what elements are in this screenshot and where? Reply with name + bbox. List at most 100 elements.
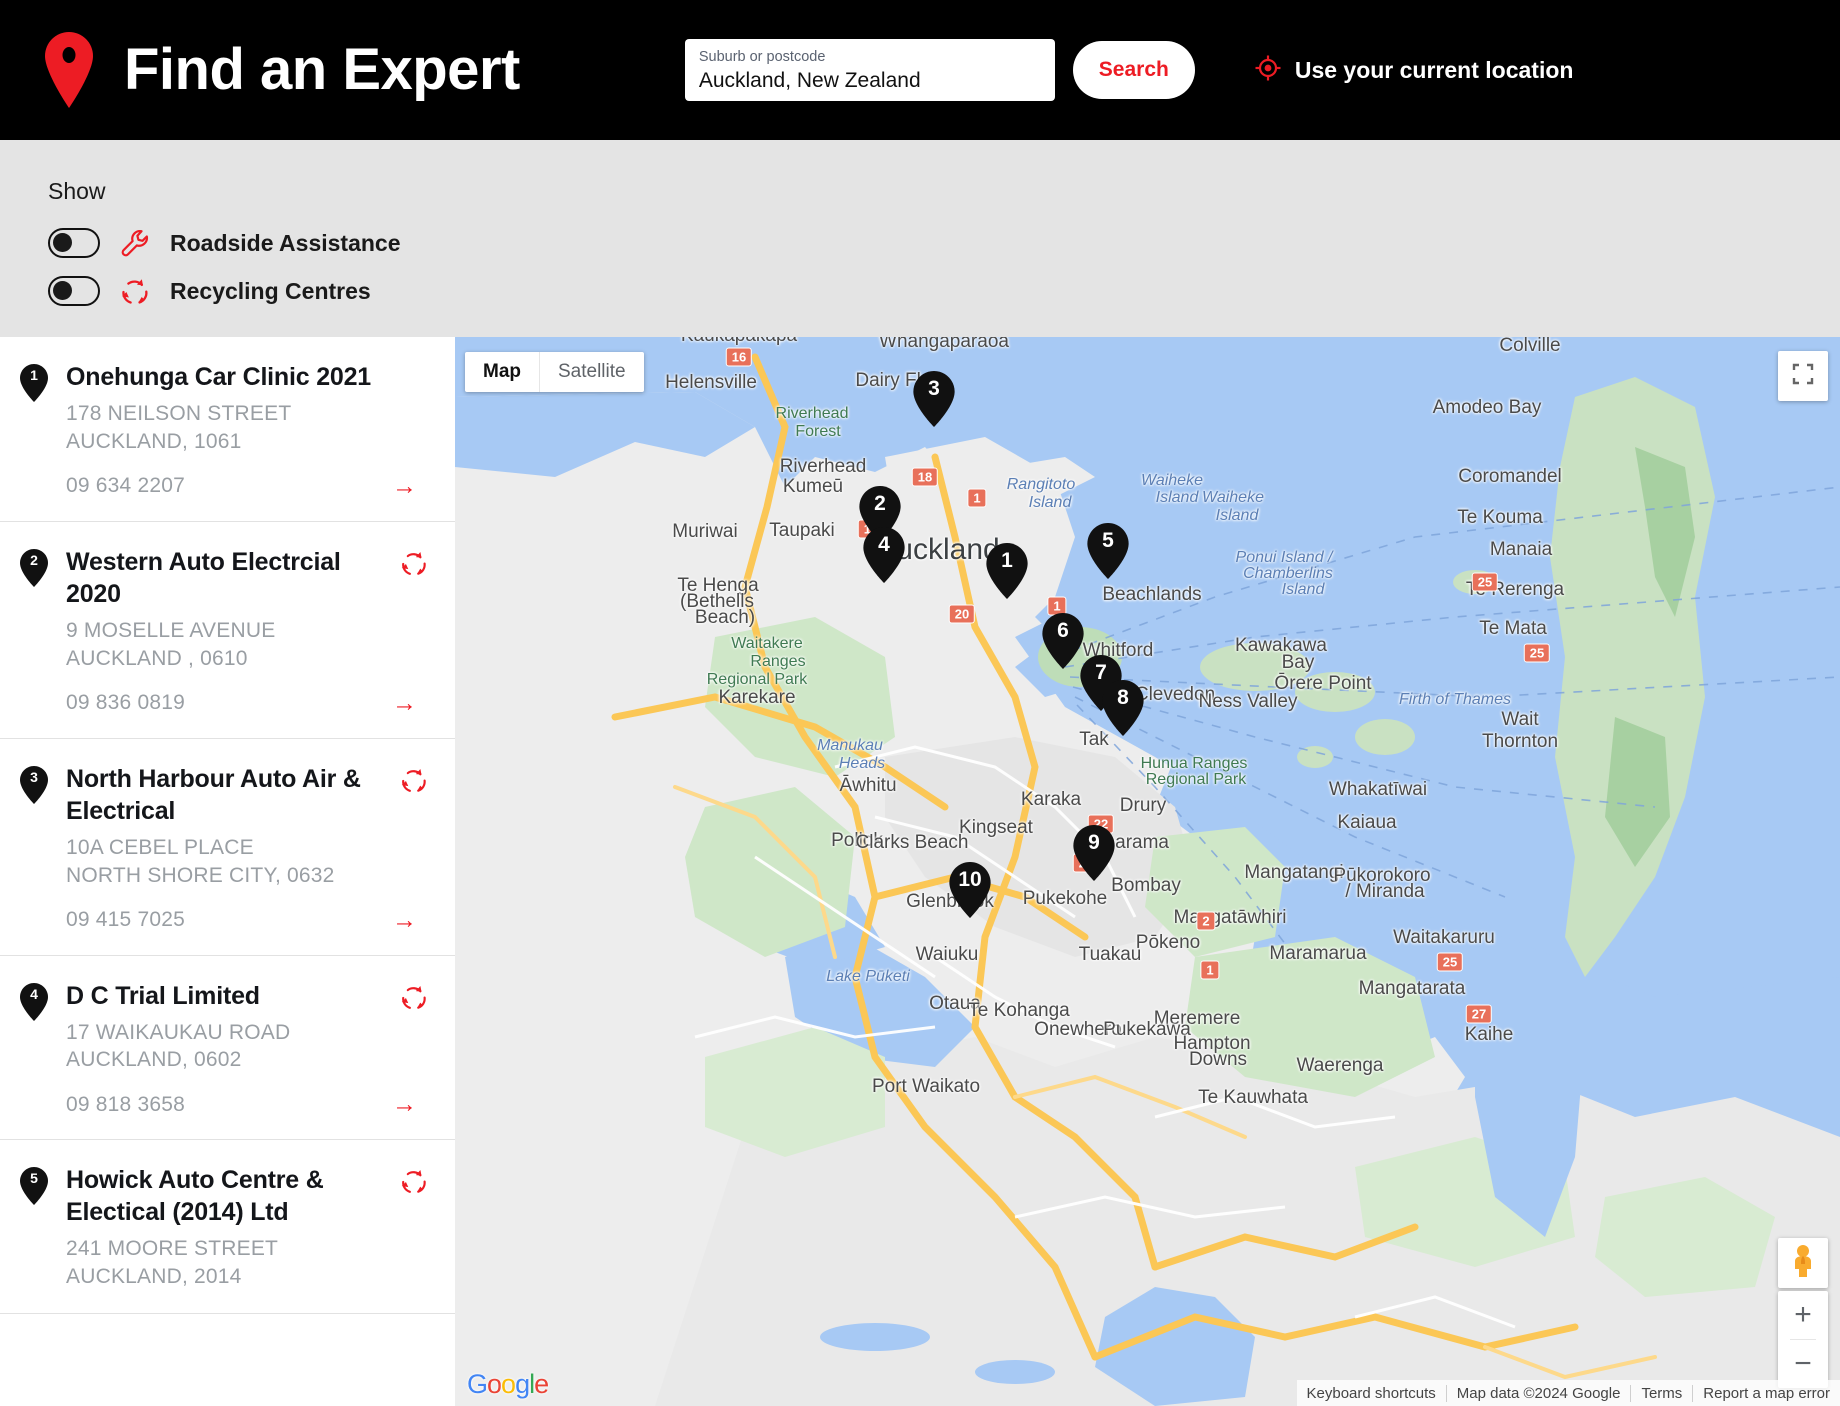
main-content: 1Onehunga Car Clinic 2021178 NEILSON STR… bbox=[0, 337, 1840, 1406]
map-place-label: Ranges bbox=[750, 653, 805, 671]
map-place-label: Waiheke bbox=[1141, 472, 1203, 490]
filter-label-roadside: Roadside Assistance bbox=[170, 230, 401, 257]
map-marker[interactable]: 4 bbox=[863, 527, 905, 583]
map-place-label: Te Mata bbox=[1479, 618, 1547, 640]
search-input-label: Suburb or postcode bbox=[699, 48, 1041, 66]
location-pin-icon bbox=[40, 30, 98, 110]
result-item[interactable]: 5Howick Auto Centre & Electical (2014) L… bbox=[0, 1140, 455, 1314]
result-phone[interactable]: 09 415 7025 bbox=[66, 908, 185, 932]
map-marker[interactable]: 5 bbox=[1087, 523, 1129, 579]
map-place-label: Waerenga bbox=[1297, 1055, 1384, 1077]
map-attribution-item[interactable]: Keyboard shortcuts bbox=[1297, 1385, 1446, 1402]
map-place-label: Ness Valley bbox=[1199, 691, 1298, 713]
result-item[interactable]: 1Onehunga Car Clinic 2021178 NEILSON STR… bbox=[0, 337, 455, 522]
map-place-label: Kingseat bbox=[959, 817, 1033, 839]
map-road-shield: 27 bbox=[1466, 1005, 1492, 1024]
toggle-roadside-assistance[interactable] bbox=[48, 228, 100, 258]
map-place-label: Beach) bbox=[695, 607, 755, 629]
result-address-line1: 17 WAIKAUKAU ROAD bbox=[66, 1021, 290, 1044]
map-type-switcher[interactable]: Map Satellite bbox=[465, 352, 644, 392]
result-pin-number: 3 bbox=[20, 770, 48, 785]
map-place-label: Colville bbox=[1499, 337, 1560, 357]
map-place-label: Island bbox=[1156, 489, 1199, 507]
result-item[interactable]: 3North Harbour Auto Air & Electrical10A … bbox=[0, 739, 455, 956]
map-place-label: Waiheke bbox=[1202, 489, 1264, 507]
map-container[interactable]: AucklandSouth HeadKaukapakapaHelensville… bbox=[455, 337, 1840, 1406]
map-marker[interactable]: 9 bbox=[1073, 825, 1115, 881]
result-address-line2: AUCKLAND, 0602 bbox=[66, 1048, 242, 1071]
map-marker-number: 6 bbox=[1042, 620, 1084, 642]
map-place-label: / Miranda bbox=[1345, 881, 1424, 903]
result-name: Howick Auto Centre & Electical (2014) Lt… bbox=[66, 1164, 425, 1228]
use-current-location-label: Use your current location bbox=[1295, 57, 1574, 84]
map-place-label: Whangaparāoa bbox=[879, 337, 1009, 353]
map-attribution-item[interactable]: Report a map error bbox=[1692, 1385, 1840, 1402]
map-marker-number: 10 bbox=[949, 869, 991, 891]
map-attribution[interactable]: Keyboard shortcutsMap data ©2024 GoogleT… bbox=[1297, 1380, 1840, 1406]
map-place-label: Island bbox=[1216, 507, 1259, 525]
map-zoom-controls[interactable]: + − bbox=[1778, 1291, 1828, 1388]
result-detail-arrow-icon[interactable]: → bbox=[392, 908, 417, 933]
toggle-recycling-centres[interactable] bbox=[48, 276, 100, 306]
map-type-map[interactable]: Map bbox=[465, 352, 539, 392]
filter-row-recycling[interactable]: Recycling Centres bbox=[48, 275, 1840, 307]
result-detail-arrow-icon[interactable]: → bbox=[392, 691, 417, 716]
street-view-pegman-button[interactable] bbox=[1778, 1238, 1828, 1288]
map-place-label: Kaukapakapa bbox=[681, 337, 797, 347]
result-phone[interactable]: 09 818 3658 bbox=[66, 1093, 185, 1117]
map-marker-number: 2 bbox=[859, 493, 901, 515]
crosshair-target-icon bbox=[1255, 55, 1281, 86]
result-address-line2: AUCKLAND, 1061 bbox=[66, 430, 242, 453]
result-detail-arrow-icon[interactable]: → bbox=[392, 1092, 417, 1117]
recycle-icon bbox=[399, 548, 429, 578]
google-logo-letter: o bbox=[487, 1369, 501, 1399]
zoom-in-button[interactable]: + bbox=[1778, 1291, 1828, 1339]
result-address-line1: 9 MOSELLE AVENUE bbox=[66, 619, 275, 642]
toggle-knob bbox=[53, 281, 72, 300]
result-item[interactable]: 2Western Auto Electrcial 20209 MOSELLE A… bbox=[0, 522, 455, 739]
result-name: North Harbour Auto Air & Electrical bbox=[66, 763, 425, 827]
map-attribution-item[interactable]: Terms bbox=[1630, 1385, 1692, 1402]
map-place-label: Mangatarata bbox=[1359, 978, 1466, 1000]
map-attribution-item[interactable]: Map data ©2024 Google bbox=[1446, 1385, 1631, 1402]
map-place-label: Kumeū bbox=[783, 476, 843, 498]
map-road-shield: 18 bbox=[912, 468, 938, 487]
result-phone[interactable]: 09 836 0819 bbox=[66, 691, 185, 715]
result-address-line1: 241 MOORE STREET bbox=[66, 1237, 278, 1260]
map-place-label: Downs bbox=[1189, 1049, 1247, 1071]
result-pin-icon: 4 bbox=[20, 983, 48, 1021]
map-marker[interactable]: 3 bbox=[913, 371, 955, 427]
search-area: Suburb or postcode Auckland, New Zealand… bbox=[685, 39, 1574, 101]
app-header: Find an Expert Suburb or postcode Auckla… bbox=[0, 0, 1840, 140]
results-list[interactable]: 1Onehunga Car Clinic 2021178 NEILSON STR… bbox=[0, 337, 455, 1406]
recycle-icon bbox=[399, 982, 429, 1012]
map-place-label: Bay bbox=[1282, 652, 1315, 674]
map-marker-number: 8 bbox=[1102, 687, 1144, 709]
result-pin-icon: 3 bbox=[20, 766, 48, 804]
result-item[interactable]: 4D C Trial Limited17 WAIKAUKAU ROADAUCKL… bbox=[0, 956, 455, 1141]
result-detail-arrow-icon[interactable]: → bbox=[392, 474, 417, 499]
map-type-satellite[interactable]: Satellite bbox=[539, 352, 644, 392]
map-marker-number: 9 bbox=[1073, 832, 1115, 854]
map-place-label: Amodeo Bay bbox=[1433, 397, 1542, 419]
map-place-label: Pukekohe bbox=[1023, 888, 1108, 910]
filter-bar-title: Show bbox=[48, 178, 1840, 205]
map-place-label: Waiuku bbox=[916, 944, 979, 966]
map-marker[interactable]: 10 bbox=[949, 862, 991, 918]
fullscreen-button[interactable] bbox=[1778, 351, 1828, 401]
map-marker[interactable]: 8 bbox=[1102, 680, 1144, 736]
filter-row-roadside[interactable]: Roadside Assistance bbox=[48, 227, 1840, 259]
filter-bar: Show Roadside Assistance bbox=[0, 140, 1840, 337]
map-place-label: Waitakere bbox=[731, 635, 802, 653]
map-place-label: Manaia bbox=[1490, 539, 1552, 561]
map-place-label: Te Kauwhata bbox=[1198, 1087, 1308, 1109]
map-marker[interactable]: 1 bbox=[986, 543, 1028, 599]
map-place-label: Regional Park bbox=[1146, 771, 1247, 789]
search-button[interactable]: Search bbox=[1073, 41, 1195, 99]
map-marker-number: 3 bbox=[913, 378, 955, 400]
use-current-location-button[interactable]: Use your current location bbox=[1255, 55, 1574, 86]
filter-label-recycling: Recycling Centres bbox=[170, 278, 371, 305]
search-input[interactable]: Suburb or postcode Auckland, New Zealand bbox=[685, 39, 1055, 101]
map-marker[interactable]: 6 bbox=[1042, 613, 1084, 669]
result-phone[interactable]: 09 634 2207 bbox=[66, 474, 185, 498]
